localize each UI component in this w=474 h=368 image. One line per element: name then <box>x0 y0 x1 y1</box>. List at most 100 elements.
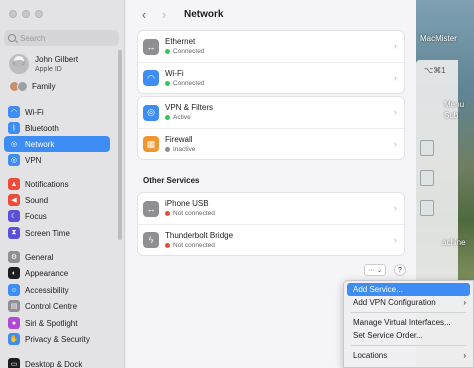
service-row-thunderbolt-bridge[interactable]: ϟ Thunderbolt Bridge Not connected › <box>138 224 404 255</box>
minimize-window-button[interactable] <box>22 10 30 18</box>
menu-separator <box>351 345 466 346</box>
chevron-right-icon: › <box>394 73 397 83</box>
ethernet-icon: ↔ <box>143 38 159 55</box>
wifi-icon: ◠ <box>143 70 159 86</box>
sidebar-item-label: Notifications <box>25 179 69 189</box>
service-row-ethernet[interactable]: ↔ Ethernet Connected › <box>138 31 404 62</box>
service-status: Not connected <box>165 209 215 218</box>
bluetooth-icon: ᛒ <box>8 122 20 134</box>
status-dot-icon <box>165 49 170 54</box>
wifi-icon: ◠ <box>8 106 20 118</box>
sidebar-item-label: Sound <box>25 195 49 205</box>
moon-icon: ☾ <box>8 210 20 222</box>
service-status: Inactive <box>165 145 195 154</box>
status-text: Connected <box>173 48 205 55</box>
forward-button[interactable]: › <box>154 7 174 22</box>
sidebar-item-label: General <box>25 252 54 262</box>
context-menu: Add Service... Add VPN Configuration › Mana… <box>343 280 474 368</box>
sidebar-item-label: Family <box>32 82 56 91</box>
sidebar-item-focus[interactable]: ☾ Focus <box>4 208 110 224</box>
status-text: Not connected <box>173 241 215 249</box>
desktop-file-icon[interactable] <box>420 140 434 156</box>
avatar <box>9 54 29 74</box>
service-name: Ethernet <box>165 37 196 46</box>
chevron-down-icon: ⌄ <box>376 267 383 274</box>
menu-item-manage-virtual-interfaces[interactable]: Manage Virtual Interfaces... <box>347 316 470 329</box>
status-text: Connected <box>173 79 205 87</box>
control-centre-icon: ▤ <box>8 300 20 312</box>
sidebar-item-label: Privacy & Security <box>25 334 90 344</box>
service-status: Connected <box>165 47 204 56</box>
sidebar-item-notifications[interactable]: ▲ Notifications <box>4 176 110 192</box>
menu-separator <box>351 312 466 313</box>
account-subtitle: Apple ID <box>35 65 62 73</box>
sidebar-item-control-centre[interactable]: ▤ Control Centre <box>4 298 110 314</box>
sidebar-item-sound[interactable]: ◀ Sound <box>4 192 110 208</box>
menu-item-label: Locations <box>353 351 388 360</box>
help-button[interactable]: ? <box>394 264 406 276</box>
sidebar-item-label: Control Centre <box>25 301 78 311</box>
sidebar-item-desktop-dock[interactable]: ▭ Desktop & Dock <box>4 356 110 368</box>
status-dot-icon <box>165 146 170 152</box>
service-group-connected: ↔ Ethernet Connected › ◠ Wi-Fi Connected › <box>137 30 405 94</box>
sidebar-item-family[interactable]: Family <box>9 81 56 92</box>
more-actions-label: ··· <box>367 266 375 274</box>
back-button[interactable]: ‹ <box>134 7 154 22</box>
status-text: Inactive <box>173 145 196 153</box>
service-row-firewall[interactable]: ▦ Firewall Inactive › <box>138 128 404 159</box>
chevron-right-icon: › <box>394 41 397 51</box>
sidebar-item-siri-spotlight[interactable]: ● Siri & Spotlight <box>4 315 110 331</box>
sidebar-item-screen-time[interactable]: ⧗ Screen Time <box>4 225 110 241</box>
bell-icon: ▲ <box>8 178 20 190</box>
sidebar-item-label: Accessibility <box>25 285 69 295</box>
page-title: Network <box>184 8 224 20</box>
sidebar-item-privacy-security[interactable]: ✋ Privacy & Security <box>4 331 110 347</box>
menu-item-label: Add Service... <box>353 285 403 294</box>
service-name: VPN & Filters <box>165 103 214 112</box>
menu-item-add-vpn-configuration[interactable]: Add VPN Configuration › <box>347 296 470 309</box>
sidebar-item-vpn[interactable]: ◎ VPN <box>4 152 110 168</box>
service-row-vpn-filters[interactable]: ◎ VPN & Filters Active › <box>138 97 404 128</box>
desktop-file-icon[interactable] <box>420 200 434 216</box>
zoom-window-button[interactable] <box>35 10 43 18</box>
status-dot-icon <box>165 115 170 120</box>
hourglass-icon: ⧗ <box>8 227 20 239</box>
menu-item-set-service-order[interactable]: Set Service Order... <box>347 329 470 342</box>
sidebar-item-label: Network <box>25 139 55 149</box>
desktop-label: ⌥⌘1 <box>424 66 446 75</box>
desktop-file-icon[interactable] <box>420 170 434 186</box>
sidebar-item-accessibility[interactable]: ☺ Accessibility <box>4 282 110 298</box>
sidebar-item-bluetooth[interactable]: ᛒ Bluetooth <box>4 120 110 136</box>
service-row-iphone-usb[interactable]: ↔ iPhone USB Not connected › <box>138 193 404 224</box>
search-field[interactable]: Search <box>4 30 119 46</box>
sidebar-item-label: Screen Time <box>25 228 70 238</box>
menu-item-locations[interactable]: Locations › <box>347 349 470 362</box>
sidebar-item-wi-fi[interactable]: ◠ Wi-Fi <box>4 104 110 120</box>
sidebar-item-appearance[interactable]: ◐ Appearance <box>4 265 110 281</box>
service-status: Active <box>165 113 213 122</box>
siri-icon: ● <box>8 317 20 329</box>
status-text: Not connected <box>173 210 215 217</box>
sidebar-item-network[interactable]: ◎ Network <box>4 136 110 152</box>
service-row-wi-fi[interactable]: ◠ Wi-Fi Connected › <box>138 62 404 93</box>
account-name: John Gilbert <box>35 54 79 64</box>
sidebar-item-general[interactable]: ⚙ General <box>4 249 110 265</box>
service-name: Thunderbolt Bridge <box>165 230 234 240</box>
family-avatars-icon <box>9 81 28 92</box>
submenu-arrow-icon: › <box>463 351 466 360</box>
more-actions-button[interactable]: ··· ⌄ <box>364 264 386 276</box>
search-placeholder: Search <box>20 33 46 43</box>
close-window-button[interactable] <box>9 10 17 18</box>
speaker-icon: ◀ <box>8 194 20 206</box>
sidebar-item-label: Wi-Fi <box>25 107 44 117</box>
service-group-other: ↔ iPhone USB Not connected › ϟ Thunderbolt Br… <box>137 192 405 256</box>
apple-id-account[interactable]: John Gilbert Apple ID <box>9 54 78 74</box>
sidebar-item-label: Bluetooth <box>25 123 59 133</box>
status-dot-icon <box>165 211 170 216</box>
service-status: Not connected <box>165 241 233 250</box>
menu-item-add-service[interactable]: Add Service... <box>347 283 470 296</box>
menu-item-label: Manage Virtual Interfaces... <box>353 318 451 327</box>
other-services-heading: Other Services <box>143 176 200 185</box>
sidebar-scrollbar[interactable] <box>118 50 122 240</box>
hand-icon: ✋ <box>8 333 20 345</box>
